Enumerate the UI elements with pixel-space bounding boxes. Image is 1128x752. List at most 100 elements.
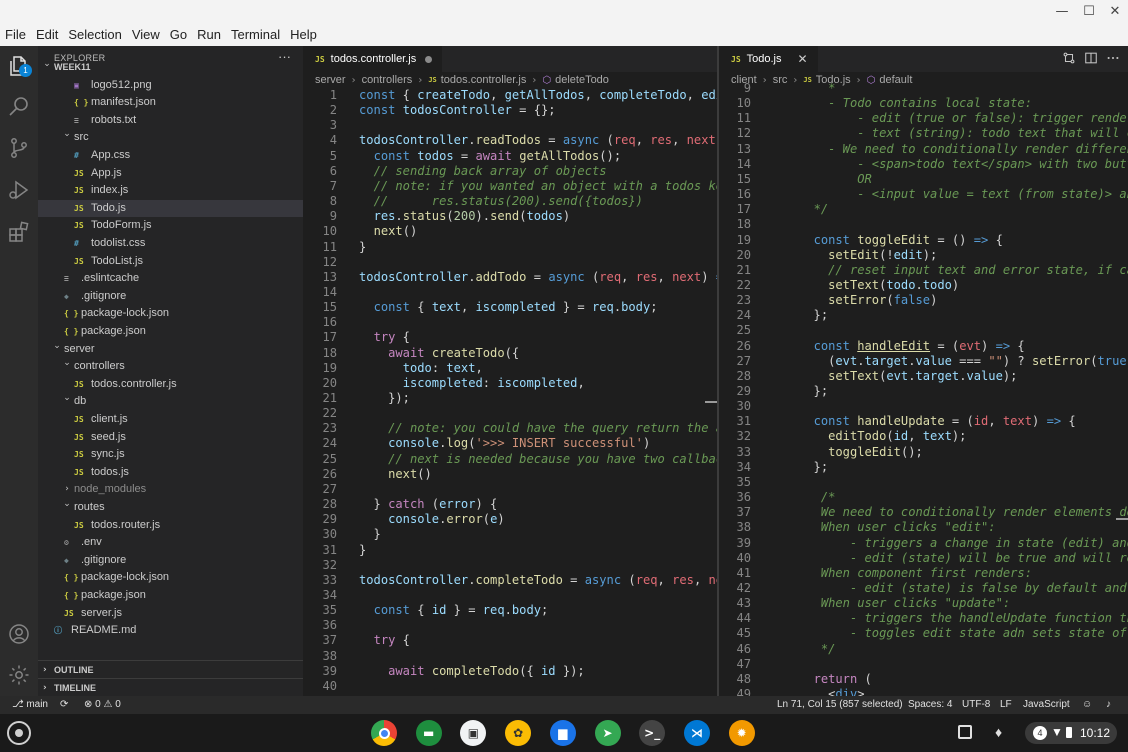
folder-row[interactable]: ⌄ WEEK11 xyxy=(38,59,303,77)
photos-icon[interactable]: ✿ xyxy=(505,720,532,746)
settings-app-icon[interactable]: ✹ xyxy=(728,720,755,746)
file-row[interactable]: ⓘ README.md xyxy=(38,622,303,640)
file-row[interactable]: { } manifest.json xyxy=(38,94,303,112)
files-icon[interactable]: ▆ xyxy=(549,720,576,746)
file-row[interactable]: # todolist.css xyxy=(38,235,303,253)
file-row[interactable]: JS todos.router.js xyxy=(38,517,303,535)
folder-row[interactable]: ⌄ src xyxy=(38,129,303,147)
code-line: 28 } catch (error) { xyxy=(303,497,717,512)
file-row[interactable]: JS index.js xyxy=(38,182,303,200)
breadcrumb-item[interactable]: todos.controller.js xyxy=(441,74,527,86)
file-row[interactable]: JS seed.js xyxy=(38,429,303,447)
code-line: 46 */ xyxy=(719,642,1128,657)
menu-view[interactable]: View xyxy=(132,27,160,42)
breadcrumb-item[interactable]: controllers xyxy=(362,74,413,86)
open-changes-icon[interactable] xyxy=(1062,51,1076,65)
menu-run[interactable]: Run xyxy=(197,27,221,42)
terminal-icon[interactable]: >_ xyxy=(639,720,666,746)
run-debug-icon[interactable] xyxy=(7,178,31,202)
file-row[interactable]: ◆ .gitignore xyxy=(38,552,303,570)
file-row[interactable]: JS Todo.js xyxy=(38,199,303,218)
folder-row[interactable]: › node_modules xyxy=(38,481,303,499)
menu-selection[interactable]: Selection xyxy=(68,27,121,42)
manage-gear-icon[interactable] xyxy=(7,663,31,687)
file-row[interactable]: ≡ robots.txt xyxy=(38,112,303,130)
maximize-button[interactable]: ☐ xyxy=(1080,4,1098,19)
chevron-right-icon: › xyxy=(43,683,47,693)
file-row[interactable]: JS client.js xyxy=(38,411,303,429)
file-row[interactable]: { } package.json xyxy=(38,323,303,341)
breadcrumb-item[interactable]: deleteTodo xyxy=(555,74,609,86)
menu-file[interactable]: File xyxy=(5,27,26,42)
file-row[interactable]: JS server.js xyxy=(38,605,303,623)
minimize-button[interactable]: — xyxy=(1053,4,1071,19)
file-row[interactable]: JS TodoList.js xyxy=(38,253,303,271)
editor-tab[interactable]: JS Todo.js ✕ xyxy=(719,46,818,72)
maps-icon[interactable]: ➤ xyxy=(594,720,621,746)
file-row[interactable]: ⚙ .env xyxy=(38,534,303,552)
indentation-item[interactable]: Spaces: 4 xyxy=(908,699,952,710)
file-row[interactable]: JS TodoForm.js xyxy=(38,217,303,235)
feedback-icon[interactable]: ☺ xyxy=(1082,699,1092,710)
file-row[interactable]: JS App.js xyxy=(38,165,303,183)
close-tab-icon[interactable]: ✕ xyxy=(798,52,808,66)
problems-item[interactable]: ⊗ 0 ⚠ 0 xyxy=(84,699,121,710)
chat-icon[interactable]: ▬ xyxy=(415,720,442,746)
launcher-icon[interactable] xyxy=(7,721,31,745)
file-row[interactable]: ▣ logo512.png xyxy=(38,77,303,95)
notifications-bell-icon[interactable]: ♪ xyxy=(1106,699,1111,710)
split-editor-icon[interactable] xyxy=(1084,51,1098,65)
screenshot-icon[interactable]: ▣ xyxy=(460,720,487,746)
search-icon[interactable] xyxy=(7,94,31,118)
system-tray[interactable]: 4 ▼ 10:12 xyxy=(1025,722,1117,744)
encoding-item[interactable]: UTF-8 xyxy=(962,699,990,710)
microphone-icon[interactable]: ♦ xyxy=(995,724,1002,740)
file-row[interactable]: { } package-lock.json xyxy=(38,305,303,323)
menu-edit[interactable]: Edit xyxy=(36,27,58,42)
section-timeline[interactable]: › TIMELINE xyxy=(38,678,303,696)
file-row[interactable]: { } package.json xyxy=(38,587,303,605)
folder-row[interactable]: ⌄ routes xyxy=(38,499,303,517)
line-number: 44 xyxy=(736,611,751,626)
editor-tab[interactable]: JS todos.controller.js xyxy=(303,46,443,72)
breadcrumb-item[interactable]: server xyxy=(315,74,346,86)
file-row[interactable]: { } package-lock.json xyxy=(38,569,303,587)
eol-item[interactable]: LF xyxy=(1000,699,1012,710)
git-branch-item[interactable]: ⎇ main xyxy=(12,699,48,710)
cursor-position[interactable]: Ln 71, Col 15 (857 selected) xyxy=(777,699,903,710)
folder-row[interactable]: ⌄ server xyxy=(38,341,303,359)
section-outline[interactable]: › OUTLINE xyxy=(38,660,303,678)
code-line: 36 /* xyxy=(719,490,1128,505)
vscode-icon[interactable]: ⋊ xyxy=(683,720,710,746)
code-line: 28 setText(evt.target.value); xyxy=(719,369,1128,384)
folder-row[interactable]: ⌄ db xyxy=(38,393,303,411)
menu-go[interactable]: Go xyxy=(170,27,187,42)
account-icon[interactable] xyxy=(7,622,31,646)
sync-icon[interactable]: ⟳ xyxy=(60,699,68,710)
close-button[interactable]: ✕ xyxy=(1106,4,1124,19)
line-number: 17 xyxy=(322,330,337,345)
code-line: 29 console.error(e) xyxy=(303,512,717,527)
folder-row[interactable]: ⌄ controllers xyxy=(38,358,303,376)
file-row[interactable]: JS todos.js xyxy=(38,464,303,482)
file-row[interactable]: ≡ .eslintcache xyxy=(38,270,303,288)
unsaved-dot-icon[interactable] xyxy=(425,55,433,63)
more-actions-icon[interactable] xyxy=(1106,51,1120,65)
line-number: 29 xyxy=(736,384,751,398)
file-row[interactable]: # App.css xyxy=(38,147,303,165)
menu-terminal[interactable]: Terminal xyxy=(231,27,280,42)
chrome-icon[interactable] xyxy=(371,720,397,746)
menu-help[interactable]: Help xyxy=(290,27,317,42)
source-control-icon[interactable] xyxy=(7,136,31,160)
language-mode[interactable]: JavaScript xyxy=(1023,699,1070,710)
file-row[interactable]: ◆ .gitignore xyxy=(38,288,303,306)
code-token: === xyxy=(951,353,989,368)
file-row[interactable]: JS todos.controller.js xyxy=(38,376,303,394)
editor-group-divider[interactable] xyxy=(717,46,718,696)
file-row[interactable]: JS sync.js xyxy=(38,446,303,464)
code-token: (! xyxy=(879,247,894,262)
extensions-icon[interactable] xyxy=(7,220,31,244)
phone-hub-icon[interactable] xyxy=(958,725,972,739)
